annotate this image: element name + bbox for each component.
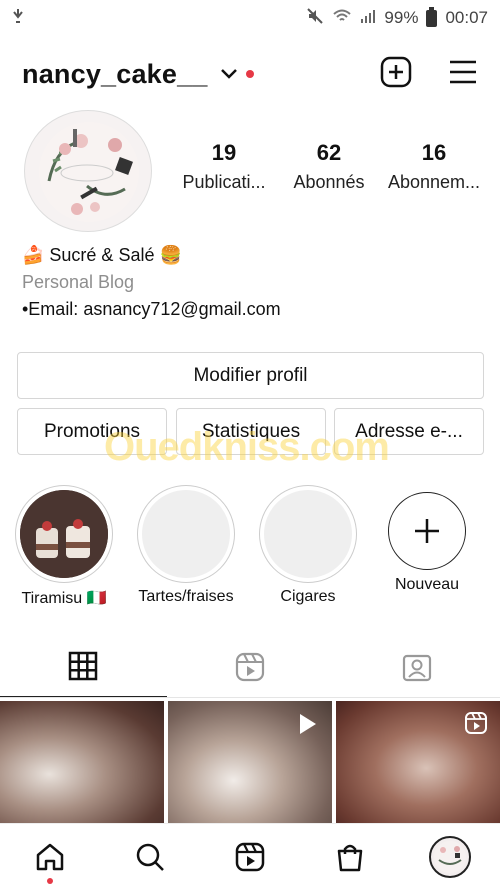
post-grid — [0, 701, 500, 823]
email-button[interactable]: Adresse e-... — [334, 408, 484, 455]
stat-posts[interactable]: 19 Publicati... — [174, 140, 274, 193]
highlight-label: Tartes/fraises — [138, 588, 234, 605]
clock: 00:07 — [445, 8, 488, 27]
story-highlights: Tiramisu 🇮🇹 Tartes/fraises Cigares Nouve… — [0, 486, 500, 610]
avatar[interactable] — [24, 110, 152, 232]
reels-icon — [235, 842, 265, 871]
home-icon — [36, 843, 64, 870]
post-thumbnail[interactable] — [0, 701, 164, 823]
promotions-button[interactable]: Promotions — [17, 408, 167, 455]
content-tabs — [0, 636, 500, 698]
add-highlight-button[interactable] — [388, 492, 466, 570]
highlight-label: Nouveau — [394, 576, 460, 593]
menu-icon[interactable] — [448, 59, 478, 90]
battery-percent: 99% — [384, 8, 419, 27]
mute-icon — [306, 7, 324, 30]
profile-avatar — [429, 835, 471, 878]
highlight-tartes[interactable]: Tartes/fraises — [136, 486, 236, 606]
stat-posts-count: 19 — [211, 140, 237, 165]
status-bar: 99% 00:07 — [0, 0, 500, 36]
post-thumbnail[interactable] — [168, 701, 332, 823]
video-icon — [294, 711, 320, 742]
bottom-navigation — [0, 823, 500, 889]
shop-icon — [337, 844, 363, 871]
notification-dot — [245, 70, 254, 78]
stat-following-count: 16 — [421, 140, 447, 165]
grid-icon — [69, 651, 98, 681]
edit-profile-button[interactable]: Modifier profil — [17, 352, 484, 399]
search-icon — [136, 843, 164, 871]
tab-posts[interactable] — [0, 636, 167, 698]
tagged-icon — [402, 654, 431, 682]
new-post-icon[interactable] — [380, 56, 412, 93]
stat-following[interactable]: 16 Abonnem... — [384, 140, 484, 193]
bio-email: •Email: asnancy712@gmail.com — [22, 299, 281, 319]
highlight-cover — [260, 486, 356, 582]
highlight-tiramisu[interactable]: Tiramisu 🇮🇹 — [14, 486, 114, 608]
profile-stats: 19 Publicati... 62 Abonnés 16 Abonnem... — [174, 140, 484, 193]
tab-tagged[interactable] — [333, 636, 500, 698]
statistics-button[interactable]: Statistiques — [176, 408, 326, 455]
plus-icon — [415, 519, 439, 543]
nav-reels[interactable] — [220, 827, 280, 887]
nav-profile[interactable] — [420, 827, 480, 887]
reels-icon — [464, 711, 488, 740]
chevron-down-icon[interactable] — [220, 68, 238, 80]
nav-home[interactable] — [20, 827, 80, 887]
profile-header: nancy_cake__ — [0, 48, 500, 100]
post-thumbnail[interactable] — [336, 701, 500, 823]
stat-followers-label: Abonnés — [293, 172, 365, 192]
bio-name: 🍰 Sucré & Salé 🍔 — [22, 245, 182, 265]
stat-followers-count: 62 — [316, 140, 342, 165]
username[interactable]: nancy_cake__ — [22, 59, 208, 90]
nav-search[interactable] — [120, 827, 180, 887]
profile-summary: 19 Publicati... 62 Abonnés 16 Abonnem... — [0, 110, 500, 240]
bio-category: Personal Blog — [22, 272, 135, 292]
stat-posts-label: Publicati... — [182, 172, 266, 192]
signal-icon — [360, 8, 376, 29]
tab-reels[interactable] — [167, 636, 334, 698]
highlight-label: Cigares — [280, 588, 336, 605]
stat-following-label: Abonnem... — [387, 172, 481, 192]
highlight-label: Tiramisu 🇮🇹 — [21, 590, 107, 607]
notification-dot — [47, 877, 53, 884]
bio: 🍰 Sucré & Salé 🍔 Personal Blog •Email: a… — [22, 242, 482, 323]
nav-shop[interactable] — [320, 827, 380, 887]
stat-followers[interactable]: 62 Abonnés — [279, 140, 379, 193]
reels-icon — [235, 652, 265, 682]
status-right: 99% 00:07 — [306, 6, 488, 30]
battery-icon — [426, 6, 438, 27]
highlight-cover — [138, 486, 234, 582]
highlight-cigares[interactable]: Cigares — [258, 486, 358, 606]
notification-icon — [10, 8, 26, 29]
wifi-icon — [332, 8, 352, 29]
highlight-cover — [16, 486, 112, 582]
divider — [0, 697, 500, 698]
highlight-new[interactable]: Nouveau — [377, 486, 477, 594]
